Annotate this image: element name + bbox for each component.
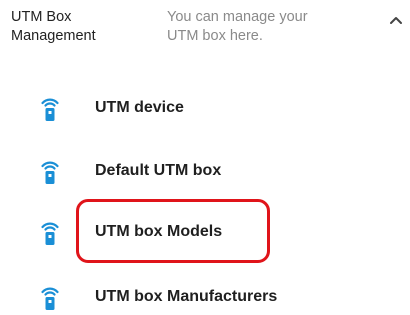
collapse-button[interactable] — [386, 10, 406, 30]
menu-item-label: UTM box Manufacturers — [95, 288, 278, 305]
menu-item-label: UTM device — [95, 99, 184, 116]
section-header: UTM Box Management You can manage your U… — [0, 0, 410, 60]
menu-item-default-utm-box[interactable]: Default UTM box — [38, 153, 368, 189]
menu-item-utm-device[interactable]: UTM device — [38, 90, 368, 126]
utm-device-icon — [38, 93, 62, 123]
utm-device-icon — [38, 156, 62, 186]
menu-item-label: Default UTM box — [95, 162, 222, 179]
menu-item-label: UTM box Models — [95, 223, 223, 240]
section-description: You can manage your UTM box here. — [167, 9, 308, 44]
menu-item-utm-box-manufacturers[interactable]: UTM box Manufacturers — [38, 279, 368, 315]
utm-device-icon — [38, 282, 62, 312]
chevron-up-icon — [390, 17, 402, 24]
menu-item-utm-box-models[interactable]: UTM box Models — [38, 214, 368, 250]
section-title: UTM Box Management — [11, 9, 96, 44]
utm-device-icon — [38, 217, 62, 247]
